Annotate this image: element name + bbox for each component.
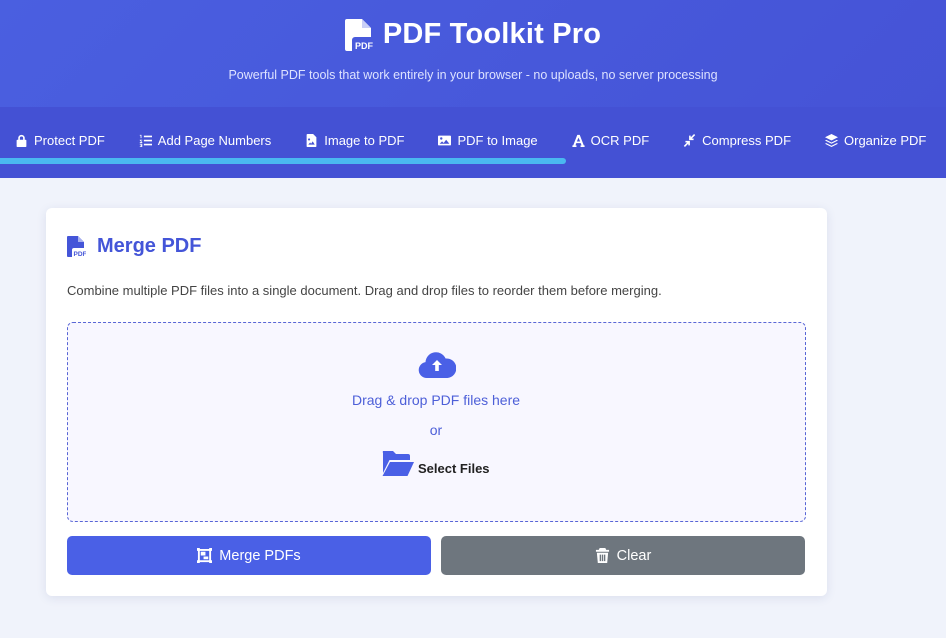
clear-button[interactable]: Clear xyxy=(441,536,805,575)
tab-label: Compress PDF xyxy=(702,132,792,148)
trash-icon xyxy=(595,548,609,563)
object-group-icon xyxy=(197,548,213,563)
tab-label: Protect PDF xyxy=(34,132,105,148)
tab-label: Image to PDF xyxy=(324,132,405,148)
dropzone-text: Drag & drop PDF files here xyxy=(351,392,521,408)
file-dropzone[interactable]: Drag & drop PDF files here or Select Fil… xyxy=(67,322,806,522)
lock-icon xyxy=(16,134,27,147)
tab-label: Add Page Numbers xyxy=(157,132,272,148)
list-ol-icon xyxy=(139,134,152,147)
title-row: PDF PDF Toolkit Pro xyxy=(0,18,946,51)
select-files-button[interactable]: Select Files xyxy=(381,449,490,477)
tool-nav: Protect PDF Add Page Numbers Image to PD… xyxy=(0,107,946,178)
font-icon xyxy=(572,134,585,147)
tab-list: Protect PDF Add Page Numbers Image to PD… xyxy=(0,125,943,155)
dropzone-or: or xyxy=(429,422,443,438)
tab-compress-pdf[interactable]: Compress PDF xyxy=(666,133,808,148)
tab-scrollbar[interactable] xyxy=(0,158,566,164)
tab-organize-pdf[interactable]: Organize PDF xyxy=(808,133,943,148)
tab-pdf-to-image[interactable]: PDF to Image xyxy=(421,133,554,148)
tab-label: OCR PDF xyxy=(590,132,650,148)
layers-icon xyxy=(825,133,839,147)
image-icon xyxy=(438,135,452,145)
merge-pdf-card: PDF Merge PDF Combine multiple PDF files… xyxy=(46,208,827,596)
cloud-upload-icon xyxy=(418,352,456,379)
card-header: PDF Merge PDF xyxy=(67,235,201,258)
file-pdf-icon: PDF xyxy=(344,18,373,51)
app-subtitle: Powerful PDF tools that work entirely in… xyxy=(228,68,718,82)
svg-text:PDF: PDF xyxy=(355,41,373,51)
tab-protect-pdf[interactable]: Protect PDF xyxy=(0,133,122,148)
tab-ocr-pdf[interactable]: OCR PDF xyxy=(555,133,667,148)
file-pdf-icon: PDF xyxy=(67,236,86,257)
folder-open-icon xyxy=(382,451,414,476)
app-title: PDF Toolkit Pro xyxy=(382,18,602,50)
svg-text:PDF: PDF xyxy=(74,251,87,257)
file-image-icon xyxy=(306,133,317,147)
tab-image-to-pdf[interactable]: Image to PDF xyxy=(288,133,421,148)
merge-pdfs-button[interactable]: Merge PDFs xyxy=(67,536,431,575)
clear-label: Clear xyxy=(616,547,652,564)
card-title: Merge PDF xyxy=(97,235,202,257)
merge-pdfs-label: Merge PDFs xyxy=(219,547,301,564)
compress-icon xyxy=(683,133,696,147)
select-files-label: Select Files xyxy=(418,461,490,476)
card-description: Combine multiple PDF files into a single… xyxy=(67,283,662,298)
tab-label: PDF to Image xyxy=(457,132,538,148)
app-header: PDF PDF Toolkit Pro Powerful PDF tools t… xyxy=(0,0,946,107)
tab-label: Organize PDF xyxy=(844,132,927,148)
tab-add-page-numbers[interactable]: Add Page Numbers xyxy=(122,133,288,148)
